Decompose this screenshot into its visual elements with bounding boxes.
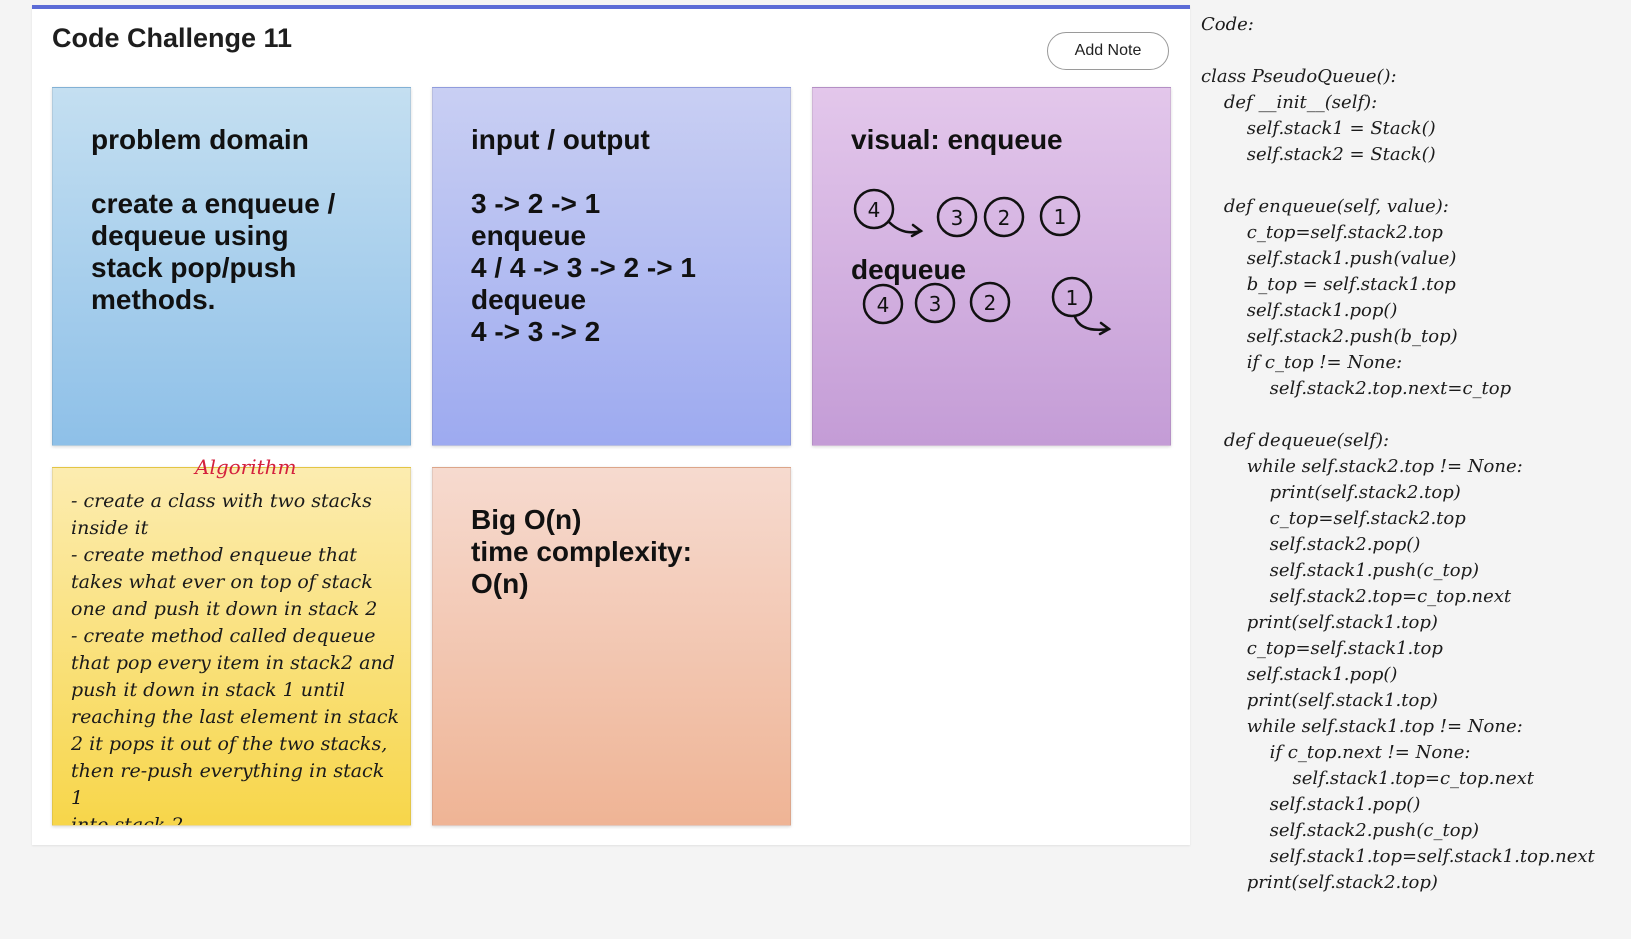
- code-line: print(self.stack1.top): [1201, 690, 1438, 711]
- note-text: input / output 3 -> 2 -> 1 enqueue 4 / 4…: [471, 124, 696, 347]
- algorithm-label: Algorithm: [195, 455, 297, 479]
- code-line: while self.stack1.top != None:: [1201, 716, 1523, 737]
- add-note-button[interactable]: Add Note: [1047, 32, 1169, 70]
- code-line: c_top=self.stack2.top: [1201, 508, 1466, 529]
- svg-text:4: 4: [868, 198, 881, 222]
- dequeue-node-1: 1: [1051, 276, 1093, 318]
- svg-text:1: 1: [1066, 286, 1079, 310]
- code-line: self.stack2 = Stack(): [1201, 144, 1436, 165]
- code-line: class PseudoQueue():: [1201, 66, 1397, 87]
- code-line: self.stack1.pop(): [1201, 664, 1398, 685]
- code-panel: Code: class PseudoQueue(): def __init__(s…: [1201, 12, 1626, 896]
- code-line: c_top=self.stack1.top: [1201, 638, 1443, 659]
- code-line: def __init__(self):: [1201, 92, 1378, 113]
- enqueue-node-2: 2: [983, 196, 1025, 238]
- code-line: if c_top != None:: [1201, 352, 1403, 373]
- code-line: self.stack1.push(c_top): [1201, 560, 1480, 581]
- dequeue-node-2: 2: [969, 281, 1011, 323]
- svg-text:3: 3: [929, 292, 942, 316]
- code-line: self.stack2.push(c_top): [1201, 820, 1480, 841]
- sticky-note-big-o[interactable]: Big O(n) time complexity: O(n): [432, 467, 791, 826]
- code-line: while self.stack2.top != None:: [1201, 456, 1523, 477]
- code-line: def dequeue(self):: [1201, 430, 1390, 451]
- page-title: Code Challenge 11: [52, 23, 293, 53]
- code-line: self.stack1.push(value): [1201, 248, 1457, 269]
- code-line: self.stack1 = Stack(): [1201, 118, 1436, 139]
- whiteboard: Code Challenge 11 Add Note problem domai…: [32, 5, 1190, 845]
- note-text: problem domain create a enqueue / dequeu…: [91, 124, 336, 315]
- queue-sketch: 4 3 2 1 4 3 2 1: [853, 188, 1112, 336]
- code-line: c_top=self.stack2.top: [1201, 222, 1443, 243]
- code-line: b_top = self.stack1.top: [1201, 274, 1456, 295]
- enqueue-arrow-head: [910, 223, 924, 238]
- sticky-note-visual[interactable]: visual: enqueue dequeue 4 3 2 1 4 3 2 1: [812, 87, 1171, 446]
- code-line: self.stack1.top=self.stack1.top.next: [1201, 846, 1595, 867]
- code-line: self.stack1.top=c_top.next: [1201, 768, 1534, 789]
- svg-text:3: 3: [951, 206, 964, 230]
- sticky-note-input-output[interactable]: input / output 3 -> 2 -> 1 enqueue 4 / 4…: [432, 87, 791, 446]
- svg-text:2: 2: [984, 291, 997, 315]
- svg-text:1: 1: [1054, 205, 1067, 229]
- code-line: def enqueue(self, value):: [1201, 196, 1449, 217]
- dequeue-arrow-line: [1073, 315, 1111, 331]
- code-line: self.stack1.pop(): [1201, 300, 1398, 321]
- code-line: print(self.stack1.top): [1201, 612, 1438, 633]
- sticky-note-problem-domain[interactable]: problem domain create a enqueue / dequeu…: [52, 87, 411, 446]
- code-line: print(self.stack2.top): [1201, 872, 1438, 893]
- code-line: self.stack2.push(b_top): [1201, 326, 1458, 347]
- code-line: Code:: [1201, 14, 1254, 35]
- enqueue-node-4: 4: [853, 188, 895, 230]
- enqueue-node-1: 1: [1039, 195, 1081, 237]
- code-line: if c_top.next != None:: [1201, 742, 1471, 763]
- svg-text:2: 2: [998, 206, 1011, 230]
- enqueue-node-3: 3: [936, 196, 978, 238]
- code-line: print(self.stack2.top): [1201, 482, 1461, 503]
- note-text: Big O(n) time complexity: O(n): [471, 504, 692, 599]
- code-line: self.stack1.pop(): [1201, 794, 1421, 815]
- dequeue-node-4: 4: [862, 283, 904, 325]
- sticky-note-algorithm[interactable]: - create a class with two stacks inside …: [52, 467, 411, 826]
- code-line: self.stack2.top=c_top.next: [1201, 586, 1512, 607]
- dequeue-node-3: 3: [914, 282, 956, 324]
- code-line: self.stack2.top.next=c_top: [1201, 378, 1512, 399]
- note-text: - create a class with two stacks inside …: [71, 490, 399, 826]
- svg-text:4: 4: [877, 293, 890, 317]
- code-line: self.stack2.pop(): [1201, 534, 1421, 555]
